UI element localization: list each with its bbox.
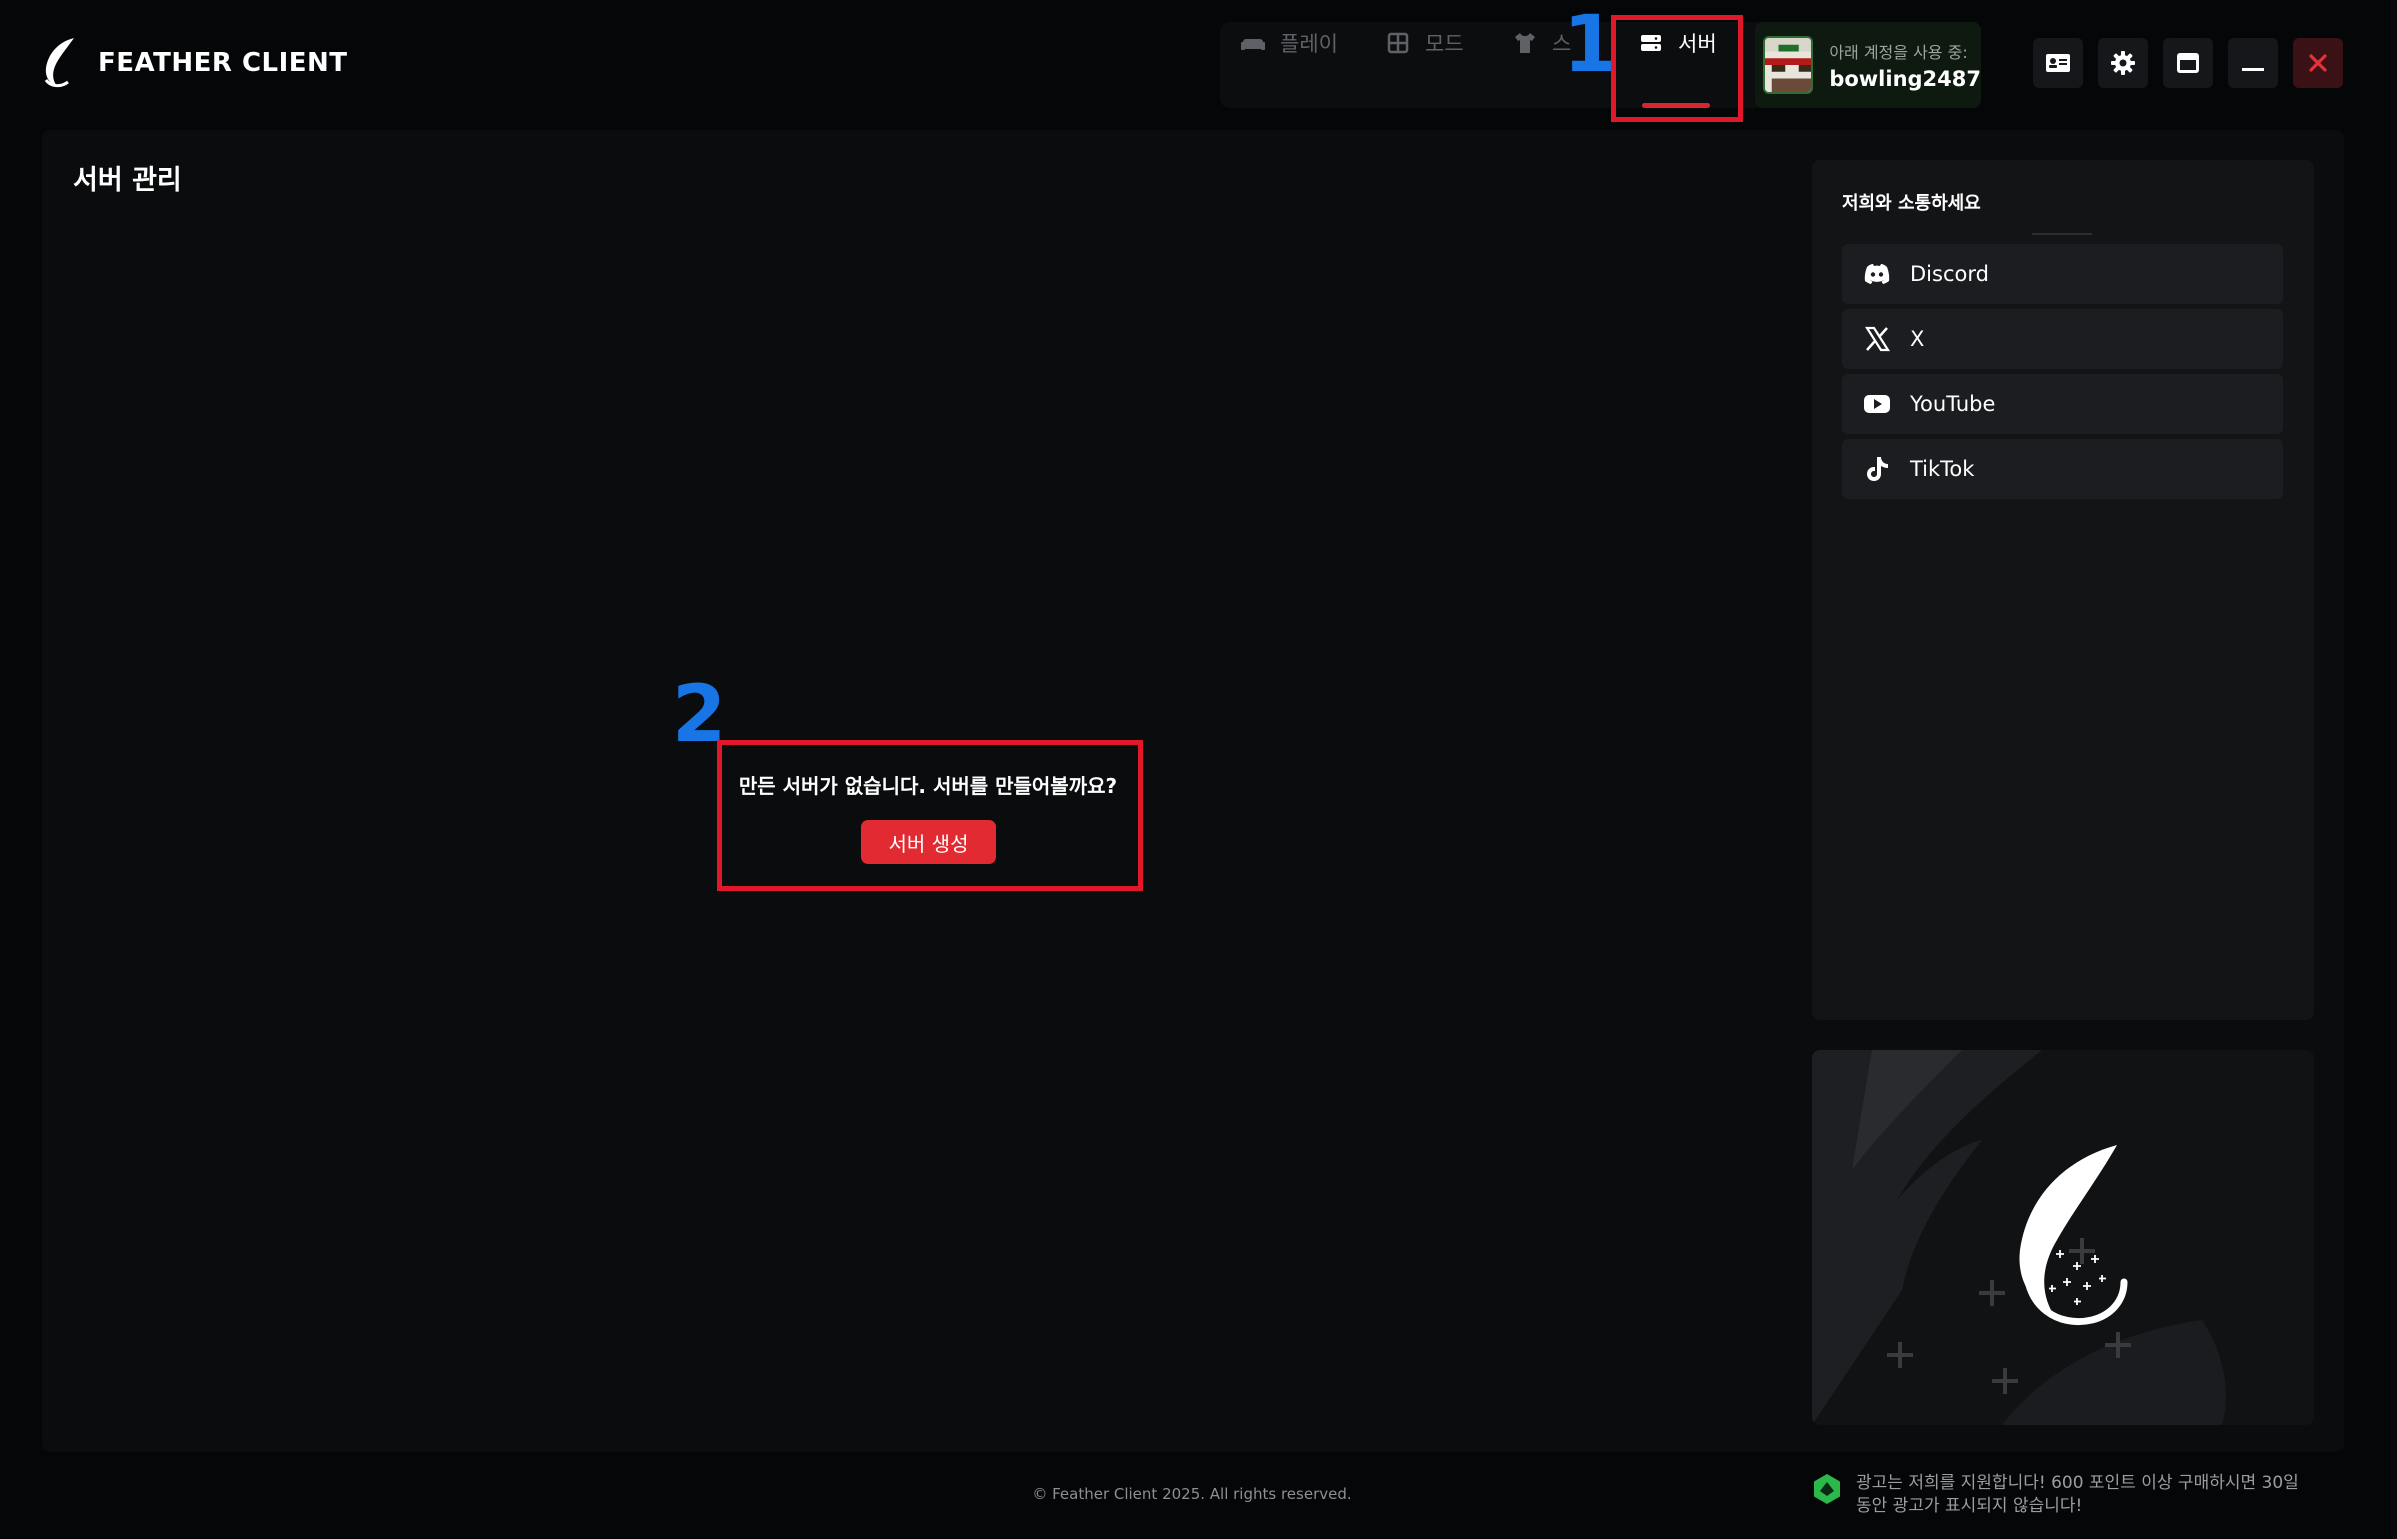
profile-card-button[interactable] xyxy=(2033,38,2083,88)
tiktok-link[interactable]: TikTok xyxy=(1842,439,2283,499)
x-link[interactable]: X xyxy=(1842,309,2283,369)
id-card-icon xyxy=(2046,54,2070,72)
points-badge-icon xyxy=(1814,1474,1840,1504)
brand: FEATHER CLIENT xyxy=(40,36,348,90)
grid-icon xyxy=(1387,32,1409,54)
account-label: 아래 계정을 사용 중: xyxy=(1829,43,1968,62)
annotation-box-servers-tab xyxy=(1611,15,1743,122)
minimize-icon xyxy=(2242,68,2264,71)
sofa-icon xyxy=(1241,39,1265,50)
annotation-number-1: 1 xyxy=(1563,0,1618,90)
x-label: X xyxy=(1910,327,1925,351)
tab-play-label: 플레이 xyxy=(1280,32,1338,56)
close-icon xyxy=(2309,54,2327,72)
settings-button[interactable] xyxy=(2098,38,2148,88)
player-skin-icon xyxy=(1765,38,1812,92)
discord-link[interactable]: Discord xyxy=(1842,244,2283,304)
youtube-icon xyxy=(1864,395,1890,413)
ad-text-line-1: 광고는 저희를 지원합니다! 600 포인트 이상 구매하시면 30일 xyxy=(1856,1473,2299,1493)
youtube-link[interactable]: YouTube xyxy=(1842,374,2283,434)
x-icon xyxy=(1864,326,1891,352)
tab-mods-label: 모드 xyxy=(1425,32,1464,56)
close-button[interactable] xyxy=(2293,38,2343,88)
window-edge xyxy=(2391,0,2397,1539)
page-title: 서버 관리 xyxy=(73,165,182,196)
gear-icon xyxy=(2111,51,2135,75)
tiktok-icon xyxy=(1867,457,1888,481)
ad-notice: 광고는 저희를 지원합니다! 600 포인트 이상 구매하시면 30일 동안 광… xyxy=(1810,1472,2346,1518)
window-mode-button[interactable] xyxy=(2163,38,2213,88)
feather-banner-art xyxy=(1812,1050,2314,1425)
discord-icon xyxy=(1864,264,1890,284)
minimize-button[interactable] xyxy=(2228,38,2278,88)
account-switcher[interactable]: 아래 계정을 사용 중: bowling2487 xyxy=(1755,22,1981,108)
divider xyxy=(2032,233,2092,235)
title-bar: FEATHER CLIENT 플레이 모드 스 서버 아래 계정을 사용 중: … xyxy=(0,0,2397,128)
app-name: FEATHER CLIENT xyxy=(98,48,348,78)
youtube-label: YouTube xyxy=(1910,392,1996,416)
avatar xyxy=(1763,36,1814,94)
tab-play[interactable]: 플레이 xyxy=(1240,0,1338,86)
tiktok-label: TikTok xyxy=(1910,457,1975,481)
promo-banner[interactable] xyxy=(1812,1050,2314,1425)
annotation-box-empty-state xyxy=(717,740,1143,891)
community-title: 저희와 소통하세요 xyxy=(1842,193,1981,214)
feather-logo-icon xyxy=(44,38,74,88)
discord-label: Discord xyxy=(1910,262,1989,286)
tab-mods[interactable]: 모드 xyxy=(1385,0,1464,86)
window-icon xyxy=(2177,53,2199,73)
account-username: bowling2487 xyxy=(1829,67,1981,91)
tshirt-icon xyxy=(1515,33,1535,53)
ad-text-line-2: 동안 광고가 표시되지 않습니다! xyxy=(1856,1495,2083,1516)
